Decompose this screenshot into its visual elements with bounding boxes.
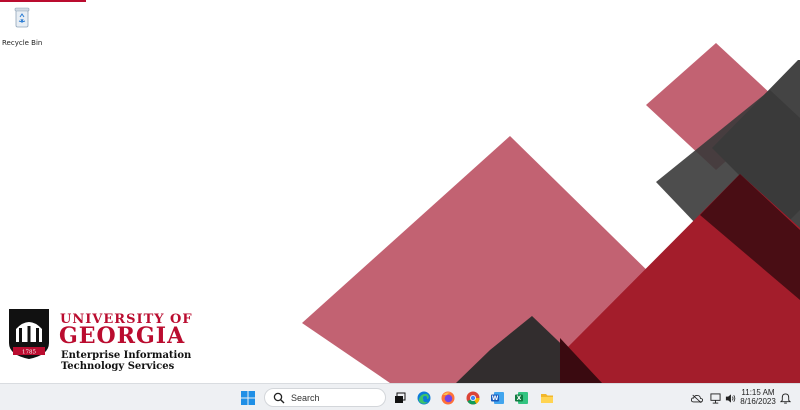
- task-view-icon: [395, 392, 406, 403]
- logo-unit-name: Enterprise Information Technology Servic…: [61, 350, 191, 372]
- recycle-bin-icon: [14, 7, 30, 28]
- svg-text:W: W: [492, 395, 499, 402]
- desktop-icon-label: Recycle Bin: [2, 39, 43, 47]
- seal-year: 1785: [22, 350, 36, 356]
- taskbar-app-chrome[interactable]: [463, 388, 483, 408]
- chrome-icon: [466, 391, 480, 405]
- taskbar-app-edge[interactable]: [414, 388, 434, 408]
- word-icon: W: [491, 392, 504, 404]
- notification-bell-icon: [779, 392, 791, 404]
- uga-eits-logo: 1785 UNIVERSITY OF GEORGIA Enterprise In…: [9, 309, 209, 375]
- search-placeholder: Search: [291, 392, 320, 403]
- edge-icon: [417, 391, 431, 405]
- tray-network-button[interactable]: [708, 388, 722, 408]
- clock-time: 11:15 AM: [741, 388, 775, 397]
- taskbar-search-box[interactable]: Search: [264, 388, 386, 407]
- firefox-icon: [441, 391, 455, 405]
- uga-arch-shield-icon: 1785: [9, 309, 49, 359]
- logo-unit-line2: Technology Services: [61, 361, 175, 372]
- taskbar-app-file-explorer[interactable]: [537, 388, 557, 408]
- windows-logo-icon: [241, 391, 255, 405]
- task-view-button[interactable]: [390, 388, 410, 408]
- start-button[interactable]: [238, 388, 258, 408]
- tray-onedrive-button[interactable]: [690, 388, 704, 408]
- logo-georgia: GEORGIA: [59, 323, 186, 349]
- desktop: Recycle Bin 1785 UNIVERSITY OF GEORGIA E…: [0, 0, 800, 383]
- network-monitor-icon: [709, 392, 721, 404]
- excel-icon: X: [515, 392, 528, 404]
- notifications-button[interactable]: [778, 388, 792, 408]
- svg-text:X: X: [517, 395, 522, 402]
- folder-icon: [541, 394, 553, 403]
- clock-date: 8/16/2023: [740, 397, 776, 406]
- taskbar: Search W X 11:15 AM 8/16/2023: [0, 383, 800, 410]
- taskbar-app-firefox[interactable]: [438, 388, 458, 408]
- desktop-icon-recycle-bin[interactable]: Recycle Bin: [2, 6, 43, 47]
- taskbar-clock[interactable]: 11:15 AM 8/16/2023: [738, 388, 778, 406]
- search-icon: [273, 392, 285, 403]
- taskbar-app-excel[interactable]: X: [512, 388, 532, 408]
- logo-unit-line1: Enterprise Information: [61, 350, 192, 361]
- cloud-offline-icon: [691, 394, 703, 403]
- tray-volume-button[interactable]: [723, 388, 737, 408]
- taskbar-app-word[interactable]: W: [488, 388, 508, 408]
- speaker-icon: [725, 393, 735, 403]
